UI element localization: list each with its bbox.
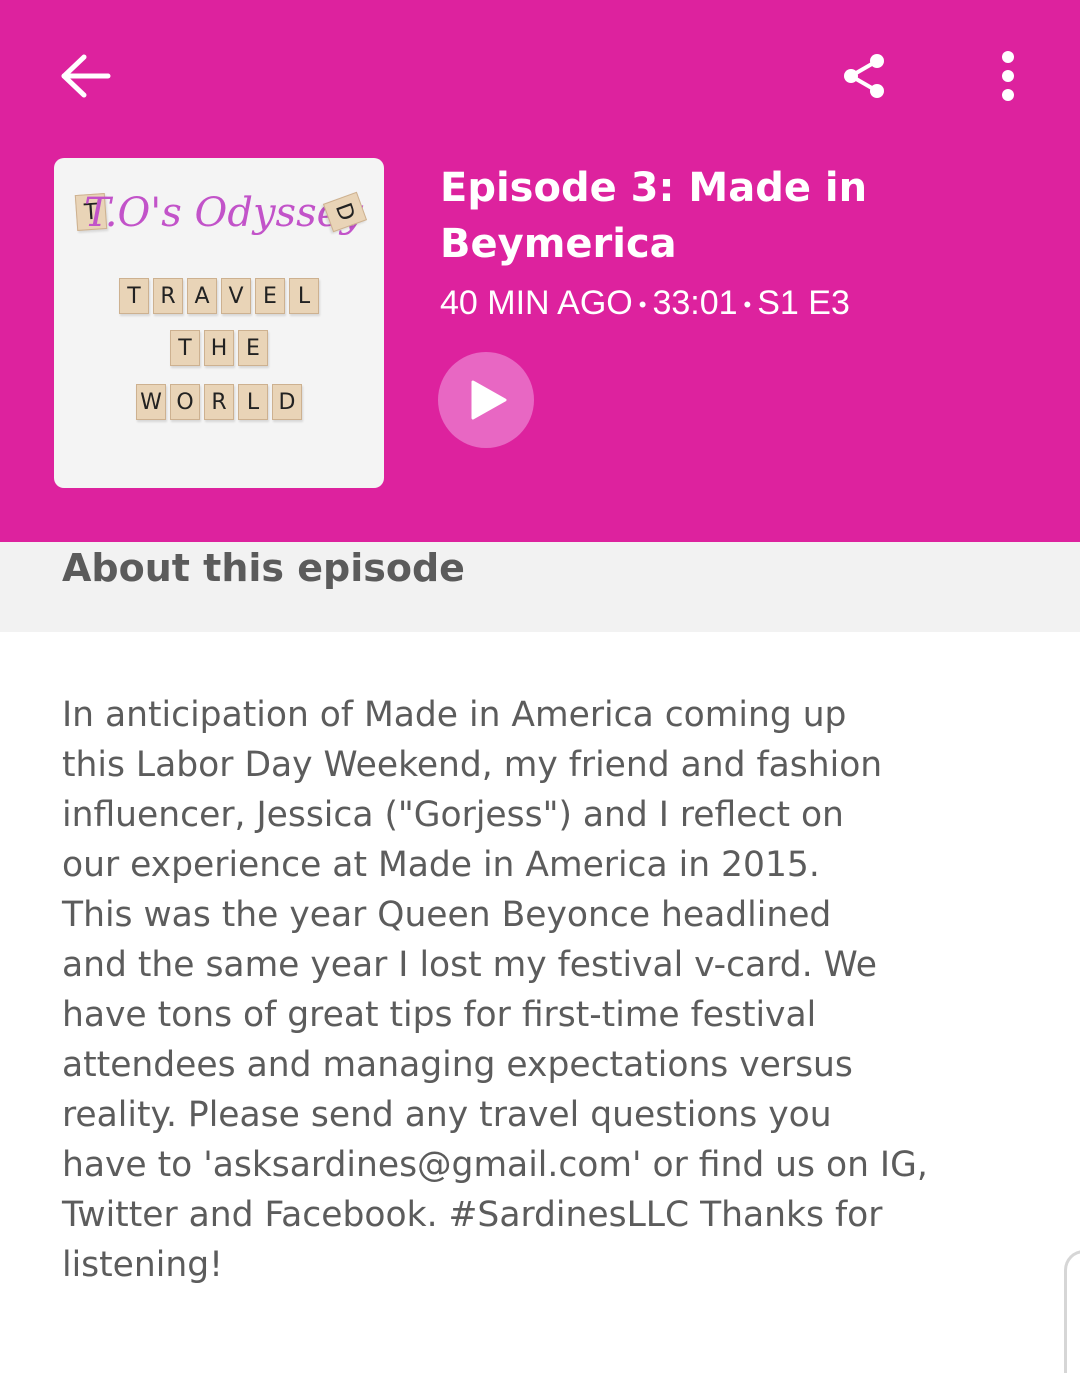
art-tile-row: T R A V E L xyxy=(54,278,384,314)
back-button[interactable] xyxy=(48,44,124,108)
share-icon xyxy=(844,54,884,98)
art-tile: A xyxy=(187,278,217,314)
episode-description: In anticipation of Made in America comin… xyxy=(62,695,928,1285)
art-tile-row: T H E xyxy=(54,330,384,366)
play-button[interactable] xyxy=(438,352,534,448)
episode-title: Episode 3: Made in Beymerica xyxy=(440,165,868,267)
art-tile: O xyxy=(170,384,200,420)
art-tile-row: W O R L D xyxy=(54,384,384,420)
about-section-header: About this episode xyxy=(0,542,1080,632)
art-tile: E xyxy=(238,330,268,366)
art-tile: V xyxy=(221,278,251,314)
art-title: T.O's Odyssey xyxy=(84,190,363,236)
art-tile: E xyxy=(255,278,285,314)
podcast-artwork[interactable]: T T.O's Odyssey D T R A V E L T H E W O … xyxy=(54,158,384,488)
season-episode: S1 E3 xyxy=(757,284,850,322)
art-tile: L xyxy=(289,278,319,314)
about-heading: About this episode xyxy=(62,546,465,590)
more-options-button[interactable] xyxy=(978,40,1038,112)
share-button[interactable] xyxy=(828,44,900,108)
art-tile: D xyxy=(272,384,302,420)
episode-header: T T.O's Odyssey D T R A V E L T H E W O … xyxy=(0,0,1080,542)
art-tile: R xyxy=(204,384,234,420)
art-tile: T xyxy=(170,330,200,366)
play-icon xyxy=(471,380,507,420)
scroll-edge-indicator xyxy=(1064,1250,1080,1373)
episode-duration: 33:01 xyxy=(652,284,738,322)
meta-separator: • xyxy=(743,292,752,318)
more-vertical-icon xyxy=(1002,51,1014,101)
art-tile: R xyxy=(153,278,183,314)
published-time: 40 MIN AGO xyxy=(440,284,633,322)
meta-separator: • xyxy=(638,292,647,318)
art-tile: W xyxy=(136,384,166,420)
arrow-left-icon xyxy=(61,54,111,98)
episode-meta: 40 MIN AGO • 33:01 • S1 E3 xyxy=(440,284,850,323)
art-tile: T xyxy=(119,278,149,314)
art-tile: L xyxy=(238,384,268,420)
art-tile: H xyxy=(204,330,234,366)
